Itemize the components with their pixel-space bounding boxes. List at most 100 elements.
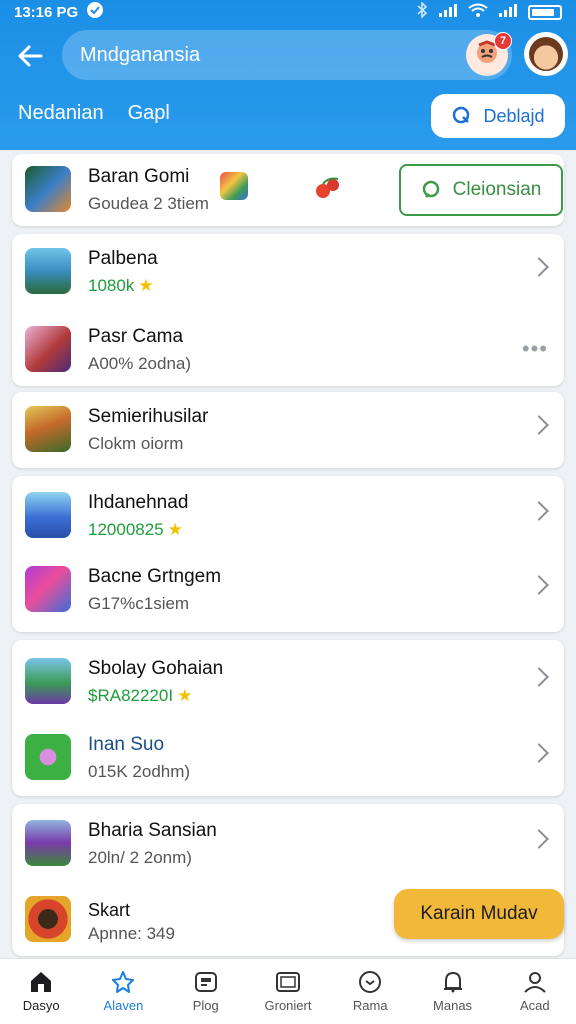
game-thumbnail xyxy=(25,566,71,612)
game-thumbnail xyxy=(25,492,71,538)
arrow-left-icon xyxy=(18,45,43,67)
game-subtitle: $RA82220I ★ xyxy=(88,686,193,705)
person-icon xyxy=(524,972,546,993)
game-card: Sbolay Gohaian $RA82220I ★ Inan Suo 015K … xyxy=(12,640,564,796)
featured-row[interactable]: Baran Gomi Goudea 2 3tiem Cleionsian xyxy=(12,154,564,226)
featured-game-thumbnail xyxy=(25,166,71,212)
notification-button[interactable]: 7 xyxy=(466,32,512,76)
list-item[interactable]: Palbena 1080k ★ xyxy=(12,236,564,306)
nav-item-rama[interactable]: Rama xyxy=(329,959,411,1024)
chevron-right-icon[interactable] xyxy=(529,743,549,763)
list-item[interactable]: Bharia Sansian 20ln/ 2 2onm) xyxy=(12,808,564,878)
nav-label: Alaven xyxy=(103,998,144,1013)
chevron-right-icon[interactable] xyxy=(529,501,549,521)
game-card: Ihdanehnad 12000825 ★ Bacne Grtngem G17%c… xyxy=(12,476,564,632)
nav-item-plog[interactable]: Plog xyxy=(165,959,247,1024)
play-button[interactable]: Karain Mudav xyxy=(394,889,564,939)
list-item[interactable]: Pasr Cama A00% 2odna) ••• xyxy=(12,314,564,384)
search-icon xyxy=(453,106,470,124)
game-subtitle: G17%c1siem xyxy=(88,594,190,613)
game-subtitle: Apnne: 349 xyxy=(88,924,175,943)
cherry-icon xyxy=(314,176,342,205)
star-icon: ★ xyxy=(167,520,183,539)
chevron-right-icon[interactable] xyxy=(529,415,549,435)
featured-title: Baran Gomi xyxy=(88,166,190,187)
chevron-right-icon[interactable] xyxy=(529,257,549,277)
featured-action-button[interactable]: Cleionsian xyxy=(399,164,563,216)
chevron-right-icon[interactable] xyxy=(529,575,549,595)
list-item[interactable]: Sbolay Gohaian $RA82220I ★ xyxy=(12,646,564,716)
star-icon xyxy=(112,971,135,993)
list-item[interactable]: Ihdanehnad 12000825 ★ xyxy=(12,480,564,550)
bottom-navigation: Dasyo Alaven Plog Groniert Rama Manas Ac… xyxy=(0,958,576,1024)
header-tabs: Nedanian Gapl xyxy=(18,92,170,135)
star-icon: ★ xyxy=(138,276,154,295)
game-title: Ihdanehnad xyxy=(88,492,189,513)
game-thumbnail xyxy=(25,406,71,452)
game-title: Pasr Cama xyxy=(88,326,184,347)
screen-icon xyxy=(275,972,300,992)
status-time: 13:16 PG xyxy=(14,3,79,21)
game-title: Palbena xyxy=(88,248,158,269)
game-subtitle: 12000825 ★ xyxy=(88,520,183,539)
game-title: Semierihusilar xyxy=(88,406,209,427)
nav-label: Rama xyxy=(352,998,388,1013)
tab-gapl[interactable]: Gapl xyxy=(128,92,170,135)
game-thumbnail xyxy=(25,734,71,780)
list-item[interactable]: Inan Suo 015K 2odhm) xyxy=(12,722,564,792)
signal-icon-2 xyxy=(498,3,518,21)
game-thumbnail xyxy=(25,326,71,372)
game-card: Bharia Sansian 20ln/ 2 2onm) Skart Apnne… xyxy=(12,804,564,956)
nav-item-manas[interactable]: Manas xyxy=(411,959,493,1024)
nav-item-groniert[interactable]: Groniert xyxy=(247,959,329,1024)
game-subtitle: 015K 2odhm) xyxy=(88,762,191,781)
bell-icon xyxy=(443,971,462,993)
game-thumbnail xyxy=(25,896,71,942)
chevron-right-icon[interactable] xyxy=(529,667,549,687)
battery-icon xyxy=(528,4,562,20)
chevron-right-icon[interactable] xyxy=(529,829,549,849)
nav-label: Dasyo xyxy=(22,998,60,1013)
chat-icon xyxy=(359,971,382,993)
list-item[interactable]: Bacne Grtngem G17%c1siem xyxy=(12,554,564,624)
nav-item-alaven[interactable]: Alaven xyxy=(82,959,164,1024)
nav-label: Groniert xyxy=(264,998,312,1013)
game-thumbnail xyxy=(25,658,71,704)
avatar[interactable] xyxy=(524,32,568,76)
list-item[interactable]: Skart Apnne: 349 Karain Mudav xyxy=(12,888,564,950)
game-subtitle: Clokm oiorm xyxy=(88,434,184,453)
game-subtitle: 20ln/ 2 2onm) xyxy=(88,848,192,867)
shield-icon xyxy=(86,1,104,23)
search-field[interactable]: Mndganansia xyxy=(62,30,512,80)
search-icon xyxy=(422,180,439,198)
signal-icon xyxy=(438,3,458,21)
wifi-icon xyxy=(468,3,488,21)
featured-action-label: Cleionsian xyxy=(452,179,542,200)
home-icon xyxy=(31,972,52,992)
status-bar: 13:16 PG xyxy=(0,0,576,24)
game-title: Bharia Sansian xyxy=(88,820,217,841)
nav-item-acad[interactable]: Acad xyxy=(494,959,576,1024)
game-card: Semierihusilar Clokm oiorm xyxy=(12,392,564,468)
bluetooth-icon xyxy=(416,1,428,22)
download-button[interactable]: Deblajd xyxy=(431,94,565,138)
download-button-label: Deblajd xyxy=(483,105,545,126)
featured-card[interactable]: Baran Gomi Goudea 2 3tiem Cleionsian xyxy=(12,154,564,226)
nav-item-home[interactable]: Dasyo xyxy=(0,959,82,1024)
app-header: 13:16 PG Mndganansia 7 Nedanian Gapl Deb… xyxy=(0,0,576,150)
back-button[interactable] xyxy=(0,28,60,84)
notification-badge: 7 xyxy=(494,32,512,50)
tab-nedanian[interactable]: Nedanian xyxy=(18,92,104,135)
game-subtitle: 1080k ★ xyxy=(88,276,154,295)
more-icon[interactable]: ••• xyxy=(522,336,548,362)
nav-label: Acad xyxy=(520,998,550,1013)
search-text: Mndganansia xyxy=(80,43,201,66)
game-title: Skart xyxy=(88,900,131,920)
featured-subtitle: Goudea 2 3tiem xyxy=(88,194,209,213)
list-item[interactable]: Semierihusilar Clokm oiorm xyxy=(12,394,564,464)
game-title: Inan Suo xyxy=(88,734,165,755)
game-icon xyxy=(194,972,217,992)
avatar-image xyxy=(529,37,563,71)
gift-icon xyxy=(220,172,248,200)
game-card: Palbena 1080k ★ Pasr Cama A00% 2odna) ••• xyxy=(12,234,564,386)
